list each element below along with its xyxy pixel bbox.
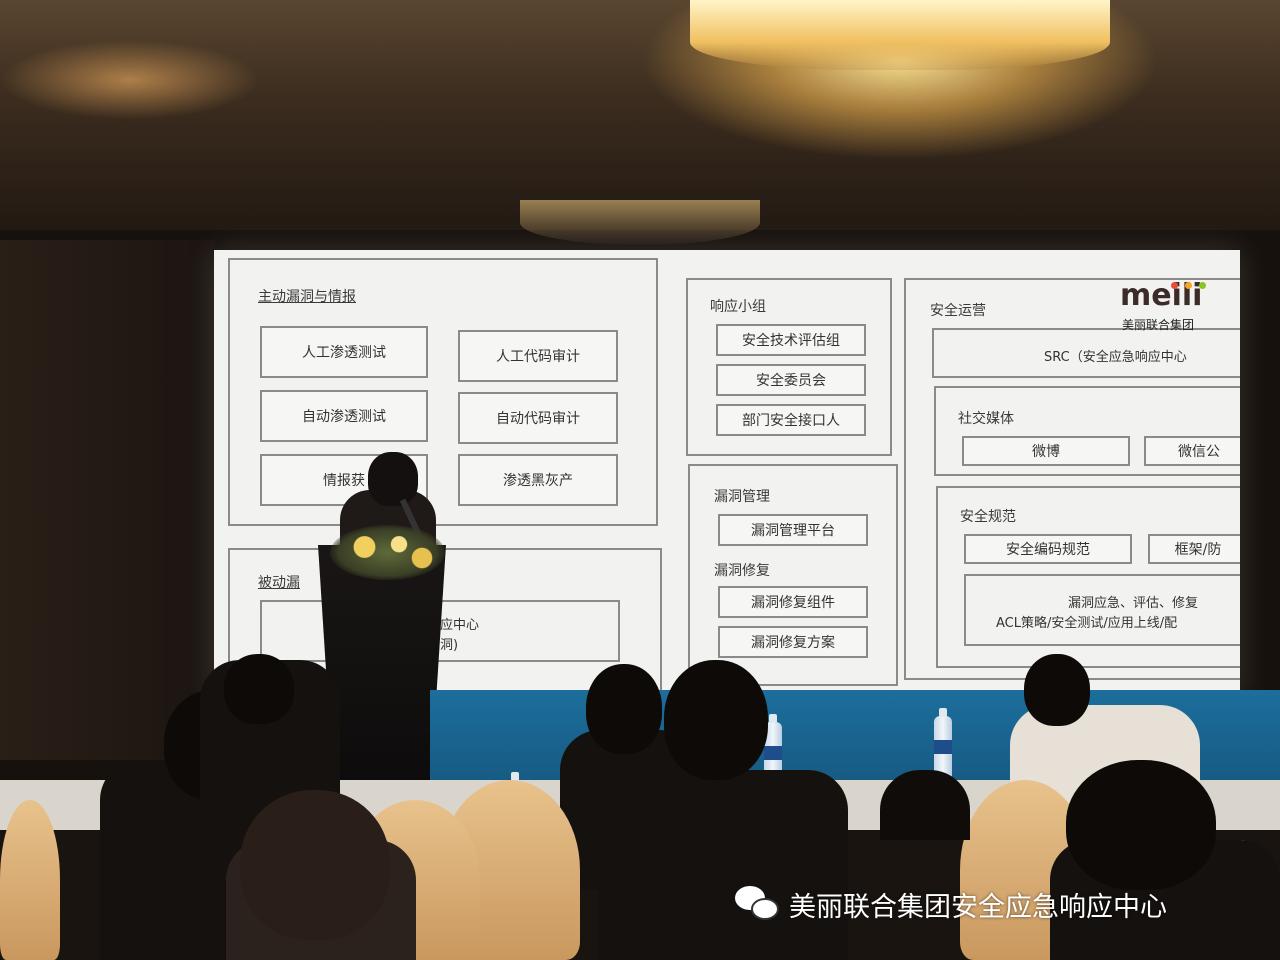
- proactive-title: 主动漏洞与情报: [258, 289, 356, 305]
- item-repair-plan: 漏洞修复方案: [718, 626, 868, 658]
- water-bottle: [934, 708, 952, 778]
- ops-title: 安全运营: [930, 303, 986, 319]
- item-wechat: 微信公: [1144, 436, 1240, 466]
- left-wall: [0, 240, 215, 760]
- item-repair-components: 漏洞修复组件: [718, 586, 868, 618]
- flower-arrangement: [330, 525, 445, 580]
- audience-head: [240, 790, 390, 940]
- logo-dot-orange: [1185, 282, 1193, 289]
- jacket-on-chair: [880, 770, 970, 840]
- speaker-head: [368, 452, 418, 506]
- audience-head: [586, 664, 662, 754]
- item-auto-pentest: 自动渗透测试: [260, 390, 428, 442]
- item-dept-contact: 部门安全接口人: [716, 404, 866, 436]
- passive-title: 被动漏: [258, 575, 300, 591]
- audience-member: [598, 770, 848, 960]
- item-security-committee: 安全委员会: [716, 364, 866, 396]
- src-label: SRC（安全应急响应中心: [1044, 350, 1187, 365]
- logo-dots: [1170, 274, 1207, 293]
- vuln-title: 漏洞管理: [714, 489, 770, 505]
- logo-dot-green: [1199, 282, 1207, 289]
- vuln-repair-title: 漏洞修复: [714, 563, 770, 579]
- wechat-icon: [735, 884, 781, 924]
- item-black-gray-industry: 渗透黑灰产: [458, 454, 618, 506]
- watermark: 美丽联合集团安全应急响应中心: [735, 882, 1167, 926]
- logo-subtitle: 美丽联合集团: [1122, 318, 1195, 332]
- process-line-1: 漏洞应急、评估、修复: [1068, 596, 1199, 611]
- audience-head: [1066, 760, 1216, 890]
- chandelier: [690, 0, 1110, 70]
- audience-head: [664, 660, 768, 780]
- watermark-text: 美丽联合集团安全应急响应中心: [789, 891, 1167, 923]
- item-auto-code-audit: 自动代码审计: [458, 392, 618, 444]
- norms-title: 安全规范: [960, 509, 1016, 525]
- item-manual-code-audit: 人工代码审计: [458, 330, 618, 382]
- item-framework: 框架/防: [1148, 534, 1240, 564]
- small-chandelier: [520, 200, 760, 245]
- item-security-eval-group: 安全技术评估组: [716, 324, 866, 356]
- response-title: 响应小组: [710, 299, 766, 315]
- ceiling-light: [0, 40, 260, 120]
- chair: [0, 800, 60, 960]
- social-title: 社交媒体: [958, 411, 1014, 427]
- item-vuln-platform: 漏洞管理平台: [718, 514, 868, 546]
- item-weibo: 微博: [962, 436, 1130, 466]
- item-manual-pentest: 人工渗透测试: [260, 326, 428, 378]
- item-secure-coding: 安全编码规范: [964, 534, 1132, 564]
- audience-head: [1024, 654, 1090, 726]
- conference-photo: 主动漏洞与情报 人工渗透测试 人工代码审计 自动渗透测试 自动代码审计 情报获 …: [0, 0, 1280, 960]
- logo-dot-red: [1171, 282, 1178, 289]
- process-line-2: ACL策略/安全测试/应用上线/配: [996, 616, 1178, 631]
- audience-head: [224, 654, 294, 724]
